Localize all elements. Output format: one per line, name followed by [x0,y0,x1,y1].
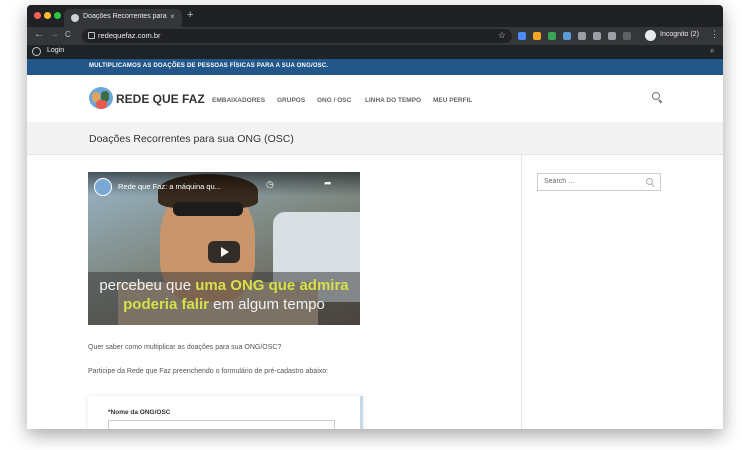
incognito-icon[interactable] [645,30,656,41]
video-title[interactable]: Rede que Faz: a máquina qu... [118,182,221,191]
intro-paragraph: Quer saber como multiplicar as doações p… [88,344,282,351]
tab-title: Doações Recorrentes para sua ONG (OSC) [83,13,167,20]
favicon-icon [71,14,79,22]
caption-text: percebeu que [99,277,196,294]
sidebar-search [537,173,661,191]
caption-highlight: uma ONG que admira [195,277,349,294]
back-icon[interactable]: ← [34,29,44,40]
watch-later-icon[interactable]: ◷ [266,179,274,190]
forward-icon[interactable]: → [49,29,59,40]
logo-figure [96,100,107,109]
page-title-bar: Doações Recorrentes para sua ONG (OSC) [27,122,723,155]
channel-avatar[interactable] [94,178,112,196]
browser-menu-icon[interactable]: ⋮ [710,29,719,40]
play-button[interactable] [208,241,240,263]
sidebar-search-icon[interactable] [646,178,653,185]
caption-highlight: poderia falir [123,296,209,313]
bookmark-star-icon[interactable]: ☆ [498,30,506,41]
admin-login-link[interactable]: Login [47,47,64,54]
registration-form: *Nome da ONG/OSC [88,396,363,429]
extension-icon[interactable] [593,32,601,40]
close-tab-icon[interactable]: × [170,12,175,21]
instructions-paragraph: Participe da Rede que Faz preenchendo o … [88,368,329,375]
caption-text: em algum tempo [208,296,325,313]
extension-icon[interactable] [608,32,616,40]
ong-name-input[interactable] [108,420,335,429]
maximize-window-button[interactable] [54,12,61,19]
address-bar[interactable]: redequefaz.com.br ☆ [82,29,512,43]
extension-icon[interactable] [548,32,556,40]
nav-item-embaixadores[interactable]: EMBAIXADORES [212,97,265,104]
nav-item-linha-do-tempo[interactable]: LINHA DO TEMPO [365,97,421,104]
extension-icon[interactable] [623,32,631,40]
video-person-sunglasses [173,202,243,216]
site-logo[interactable] [89,87,113,109]
nav-item-grupos[interactable]: GRUPOS [277,97,305,104]
lock-icon [88,32,95,39]
wordpress-icon[interactable] [32,47,41,56]
wp-admin-bar: Login ⌕ [27,45,723,59]
header-search-icon[interactable] [652,92,660,100]
site-top-bar: MULTIPLICAMOS AS DOAÇÕES DE PESSOAS FÍSI… [27,59,723,75]
nav-item-meu-perfil[interactable]: MEU PERFIL [433,97,472,104]
video-caption: percebeu que uma ONG que admira poderia … [88,276,360,314]
video-embed[interactable]: Rede que Faz: a máquina qu... ◷ ➦ perceb… [88,172,360,325]
reload-icon[interactable]: C [65,30,71,39]
extension-icon[interactable] [563,32,571,40]
site-title[interactable]: REDE QUE FAZ [116,92,205,106]
extension-icon[interactable] [518,32,526,40]
share-icon[interactable]: ➦ [324,178,332,189]
nav-item-ong-osc[interactable]: ONG / OSC [317,97,351,104]
admin-search-icon[interactable]: ⌕ [710,46,714,56]
minimize-window-button[interactable] [44,12,51,19]
extension-icon[interactable] [578,32,586,40]
sidebar-search-input[interactable] [544,178,634,185]
extension-icon[interactable] [533,32,541,40]
new-tab-button[interactable]: + [187,9,193,21]
url-text[interactable]: redequefaz.com.br [98,31,161,40]
sidebar-divider [521,155,522,429]
top-bar-tagline: MULTIPLICAMOS AS DOAÇÕES DE PESSOAS FÍSI… [89,63,329,69]
ong-name-label: *Nome da ONG/OSC [108,409,171,416]
tab-bar: Doações Recorrentes para sua ONG (OSC) ×… [27,5,723,27]
page-title: Doações Recorrentes para sua ONG (OSC) [89,133,294,145]
browser-tab[interactable]: Doações Recorrentes para sua ONG (OSC) × [64,9,182,27]
browser-window: Doações Recorrentes para sua ONG (OSC) ×… [27,5,723,429]
browser-toolbar: ← → C redequefaz.com.br ☆ Incognito (2) … [27,27,723,45]
incognito-label[interactable]: Incognito (2) [660,31,699,38]
site-header: REDE QUE FAZ EMBAIXADORES GRUPOS ONG / O… [27,75,723,123]
close-window-button[interactable] [34,12,41,19]
